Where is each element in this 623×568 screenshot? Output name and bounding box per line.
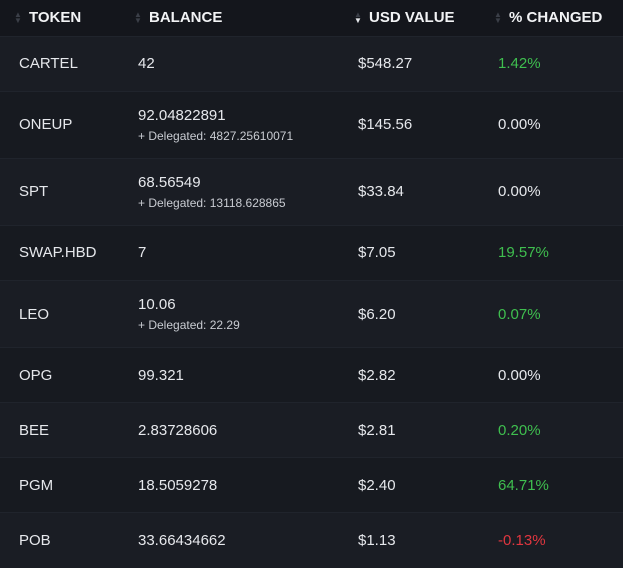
delegated-balance: + Delegated: 13118.628865	[138, 195, 286, 210]
usd-value: $548.27	[358, 55, 413, 73]
token-symbol: CARTEL	[19, 55, 78, 73]
balance-value: 33.66434662	[138, 532, 226, 550]
table-row[interactable]: LEO 10.06 + Delegated: 22.29 $6.20 0.07%	[0, 280, 623, 348]
usd-value: $145.56	[358, 116, 413, 134]
table-row[interactable]: SPT 68.56549 + Delegated: 13118.628865 $33.…	[0, 158, 623, 226]
usd-value: $33.84	[358, 183, 404, 201]
token-symbol: BEE	[19, 421, 50, 439]
balance-value: 68.56549	[138, 173, 201, 191]
token-symbol: SWAP.HBD	[19, 244, 97, 262]
table-row[interactable]: OPG 99.321 $2.82 0.00%	[0, 347, 623, 403]
balance-cell: 7	[120, 225, 340, 280]
table-header-row: ▲ ▼ TOKEN ▲ ▼ BALANCE ▲ ▼ USD VALUE ▲ ▼% CHANGE…	[0, 0, 623, 36]
column-header-token[interactable]: ▲ ▼ TOKEN	[0, 0, 120, 36]
table-row[interactable]: CARTEL 42 $548.27 1.42%	[0, 36, 623, 92]
usd-value: $7.05	[358, 244, 396, 262]
percent-change: 0.00%	[498, 183, 541, 201]
balance-cell: 33.66434662	[120, 513, 340, 568]
usd-value: $1.13	[358, 532, 396, 550]
table-row[interactable]: BEE 2.83728606 $2.81 0.20%	[0, 402, 623, 458]
token-symbol: POB	[19, 532, 51, 550]
token-symbol: PGM	[19, 476, 54, 494]
balance-value: 99.321	[138, 366, 184, 384]
sort-updown-icon: ▲ ▼	[134, 10, 142, 26]
usd-value: $2.40	[358, 476, 396, 494]
column-header-percent-changed[interactable]: ▲ ▼% CHANGED	[480, 0, 623, 36]
column-header-balance[interactable]: ▲ ▼ BALANCE	[120, 0, 340, 36]
balance-value: 42	[138, 55, 155, 73]
percent-change: 0.07%	[498, 305, 541, 323]
balance-value: 7	[138, 244, 147, 262]
percent-change: 0.20%	[498, 421, 541, 439]
sort-updown-icon: ▲ ▼	[494, 10, 502, 26]
column-header-usd-value[interactable]: ▲ ▼ USD VALUE	[340, 0, 480, 36]
balance-value: 92.04822891	[138, 106, 226, 124]
percent-change: 1.42%	[498, 55, 541, 73]
token-symbol: SPT	[19, 183, 49, 201]
token-symbol: ONEUP	[19, 116, 73, 134]
usd-value: $2.81	[358, 421, 396, 439]
balance-value: 10.06	[138, 296, 176, 313]
table-row[interactable]: SWAP.HBD 7 $7.05 19.57%	[0, 225, 623, 281]
balance-cell: 68.56549 + Delegated: 13118.628865	[120, 158, 340, 225]
balance-cell: 2.83728606	[120, 403, 340, 458]
usd-value: $6.20	[358, 305, 396, 323]
usd-value: $2.82	[358, 366, 396, 384]
balance-value: 2.83728606	[138, 421, 218, 439]
sort-updown-icon: ▲ ▼	[14, 10, 22, 26]
delegated-balance: + Delegated: 22.29	[138, 318, 240, 332]
table-row[interactable]: ONEUP 92.04822891 + Delegated: 4827.256100…	[0, 91, 623, 159]
balance-cell: 18.5059278	[120, 458, 340, 513]
token-balance-table: ▲ ▼ TOKEN ▲ ▼ BALANCE ▲ ▼ USD VALUE ▲ ▼% CHANGE…	[0, 0, 623, 568]
balance-cell: 42	[120, 36, 340, 91]
percent-change: -0.13%	[498, 532, 546, 550]
balance-value: 18.5059278	[138, 476, 218, 494]
token-symbol: OPG	[19, 366, 53, 384]
balance-cell: 10.06 + Delegated: 22.29	[120, 280, 340, 347]
balance-cell: 92.04822891 + Delegated: 4827.25610071	[120, 91, 340, 158]
percent-change: 19.57%	[498, 244, 549, 262]
balance-cell: 99.321	[120, 348, 340, 403]
percent-change: 0.00%	[498, 366, 541, 384]
table-row[interactable]: POB 33.66434662 $1.13 -0.13%	[0, 512, 623, 568]
token-symbol: LEO	[19, 305, 50, 323]
delegated-balance: + Delegated: 4827.25610071	[138, 128, 294, 143]
percent-change: 0.00%	[498, 116, 541, 134]
percent-change: 64.71%	[498, 476, 549, 494]
table-row[interactable]: PGM 18.5059278 $2.40 64.71%	[0, 457, 623, 513]
sort-descending-icon: ▲ ▼	[354, 10, 362, 26]
